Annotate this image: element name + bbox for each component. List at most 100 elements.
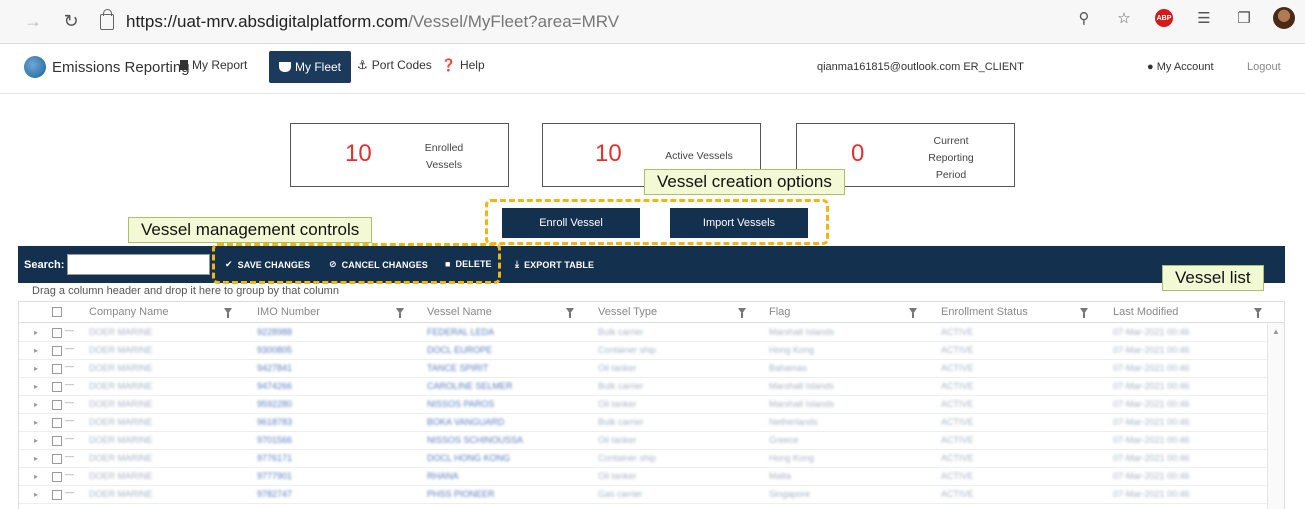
row-checkbox[interactable] [52, 364, 62, 374]
expand-row-icon[interactable]: ▸ [34, 454, 38, 463]
table-row[interactable]: ▸ — DOER MARINE 9474266 CAROLINE SELMER Bulk … [19, 378, 1269, 396]
table-cell[interactable]: FEDERAL LEDA [427, 327, 494, 337]
table-row[interactable]: ▸ — DOER MARINE 9777901 RHANA Oil tanker Malta… [19, 468, 1269, 486]
expand-row-icon[interactable]: ▸ [34, 328, 38, 337]
col-imo-number[interactable]: IMO Number [257, 306, 320, 318]
filter-icon[interactable] [566, 308, 574, 318]
table-cell[interactable]: BOKA VANGUARD [427, 417, 504, 427]
table-cell[interactable]: 9228988 [257, 327, 292, 337]
table-row[interactable]: ▸ — DOER MARINE 9701566 NISSOS SCHINOUSSA Oil… [19, 432, 1269, 450]
table-row[interactable]: ▸ — DOER MARINE 9228988 FEDERAL LEDA Bulk car… [19, 324, 1269, 342]
brand-title: Emissions Reporting [52, 58, 190, 76]
grid-toolbar: Search: ✔ SAVE CHANGES ⊘ CANCEL CHANGES ■ D… [18, 246, 1285, 283]
row-dash-icon: — [65, 397, 74, 407]
table-row[interactable]: ▸ — DOER MARINE 9618783 BOKA VANGUARD Bulk ca… [19, 414, 1269, 432]
row-checkbox[interactable] [52, 490, 62, 500]
nav-help[interactable]: ❓ Help [441, 58, 485, 72]
nav-my-fleet[interactable]: My Fleet [269, 51, 352, 83]
table-cell: Oil tanker [598, 435, 637, 445]
row-checkbox[interactable] [52, 472, 62, 482]
col-vessel-name[interactable]: Vessel Name [427, 306, 492, 318]
table-cell[interactable]: PHSS PIONEER [427, 489, 495, 499]
reload-icon[interactable]: ↻ [56, 7, 86, 37]
table-cell[interactable]: CAROLINE SELMER [427, 381, 513, 391]
expand-row-icon[interactable]: ▸ [34, 418, 38, 427]
row-checkbox[interactable] [52, 418, 62, 428]
row-checkbox[interactable] [52, 454, 62, 464]
user-circle-icon: ● [1147, 61, 1154, 73]
table-cell[interactable]: RHANA [427, 471, 459, 481]
enroll-vessel-button[interactable]: Enroll Vessel [502, 208, 640, 238]
col-vessel-type[interactable]: Vessel Type [598, 306, 657, 318]
table-cell: Bulk carrier [598, 327, 644, 337]
logout-link[interactable]: Logout [1247, 61, 1281, 73]
expand-row-icon[interactable]: ▸ [34, 400, 38, 409]
expand-row-icon[interactable]: ▸ [34, 346, 38, 355]
collections-icon[interactable]: ❐ [1233, 7, 1255, 29]
filter-icon[interactable] [396, 308, 404, 318]
search-input[interactable] [67, 254, 211, 275]
expand-row-icon[interactable]: ▸ [34, 382, 38, 391]
callout-vessel-management: Vessel management controls [128, 217, 373, 243]
grid-scrollbar[interactable]: ▲ [1267, 323, 1284, 509]
favorites-list-icon[interactable]: ☰ [1193, 7, 1215, 29]
table-cell[interactable]: DOCL HONG KONG [427, 453, 510, 463]
select-all-checkbox[interactable] [52, 307, 62, 317]
zoom-icon[interactable]: ⚲ [1073, 7, 1095, 29]
brand[interactable]: Emissions Reporting [24, 56, 190, 78]
table-cell[interactable]: 9782747 [257, 489, 292, 499]
row-dash-icon: — [65, 487, 74, 497]
filter-icon[interactable] [909, 308, 917, 318]
table-cell: ACTIVE [941, 417, 974, 427]
table-cell[interactable]: NISSOS PAROS [427, 399, 494, 409]
row-checkbox[interactable] [52, 382, 62, 392]
nav-my-report[interactable]: My Report [180, 58, 247, 72]
export-table-button[interactable]: ⤓ EXPORT TABLE [515, 259, 594, 270]
table-cell: 07-Mar-2021 00:46 [1113, 399, 1190, 409]
scroll-up-icon[interactable]: ▲ [1272, 327, 1280, 336]
expand-row-icon[interactable]: ▸ [34, 490, 38, 499]
table-cell[interactable]: TANCE SPIRIT [427, 363, 488, 373]
table-row[interactable]: ▸ — DOER MARINE 9782747 PHSS PIONEER Gas carr… [19, 486, 1269, 504]
table-cell[interactable]: 9777901 [257, 471, 292, 481]
expand-row-icon[interactable]: ▸ [34, 436, 38, 445]
table-row[interactable]: ▸ — DOER MARINE 9427841 TANCE SPIRIT Oil tank… [19, 360, 1269, 378]
table-cell: Oil tanker [598, 471, 637, 481]
row-checkbox[interactable] [52, 400, 62, 410]
url-host: https://uat-mrv.absdigitalplatform.com [126, 11, 409, 31]
col-company-name[interactable]: Company Name [89, 306, 168, 318]
filter-icon[interactable] [1080, 308, 1088, 318]
favorite-star-icon[interactable]: ☆ [1113, 7, 1135, 29]
col-last-modified[interactable]: Last Modified [1113, 306, 1178, 318]
row-checkbox[interactable] [52, 436, 62, 446]
address-bar[interactable]: https://uat-mrv.absdigitalplatform.com/V… [100, 7, 1100, 37]
table-cell[interactable]: 9701566 [257, 435, 292, 445]
filter-icon[interactable] [224, 308, 232, 318]
back-arrow-icon[interactable]: → [18, 7, 48, 37]
adblock-plus-icon[interactable]: ABP [1153, 7, 1175, 29]
expand-row-icon[interactable]: ▸ [34, 364, 38, 373]
row-checkbox[interactable] [52, 328, 62, 338]
filter-icon[interactable] [738, 308, 746, 318]
col-enrollment-status[interactable]: Enrollment Status [941, 306, 1028, 318]
table-cell[interactable]: 9427841 [257, 363, 292, 373]
nav-port-codes[interactable]: ⚓ Port Codes [357, 58, 432, 72]
table-row[interactable]: ▸ — DOER MARINE 9300805 DOCL EUROPE Container… [19, 342, 1269, 360]
expand-row-icon[interactable]: ▸ [34, 472, 38, 481]
col-flag[interactable]: Flag [769, 306, 790, 318]
import-vessels-button[interactable]: Import Vessels [670, 208, 808, 238]
table-cell[interactable]: 9618783 [257, 417, 292, 427]
table-row[interactable]: ▸ — DOER MARINE 9776171 DOCL HONG KONG Contai… [19, 450, 1269, 468]
table-cell[interactable]: 9474266 [257, 381, 292, 391]
table-cell[interactable]: NISSOS SCHINOUSSA [427, 435, 523, 445]
table-row[interactable]: ▸ — DOER MARINE 9592280 NISSOS PAROS Oil tank… [19, 396, 1269, 414]
table-cell: 07-Mar-2021 00:46 [1113, 363, 1190, 373]
row-checkbox[interactable] [52, 346, 62, 356]
filter-icon[interactable] [1254, 308, 1262, 318]
my-account-link[interactable]: ● My Account [1147, 61, 1214, 73]
profile-avatar[interactable] [1273, 7, 1295, 29]
table-cell[interactable]: DOCL EUROPE [427, 345, 492, 355]
table-cell[interactable]: 9776171 [257, 453, 292, 463]
table-cell[interactable]: 9300805 [257, 345, 292, 355]
table-cell[interactable]: 9592280 [257, 399, 292, 409]
